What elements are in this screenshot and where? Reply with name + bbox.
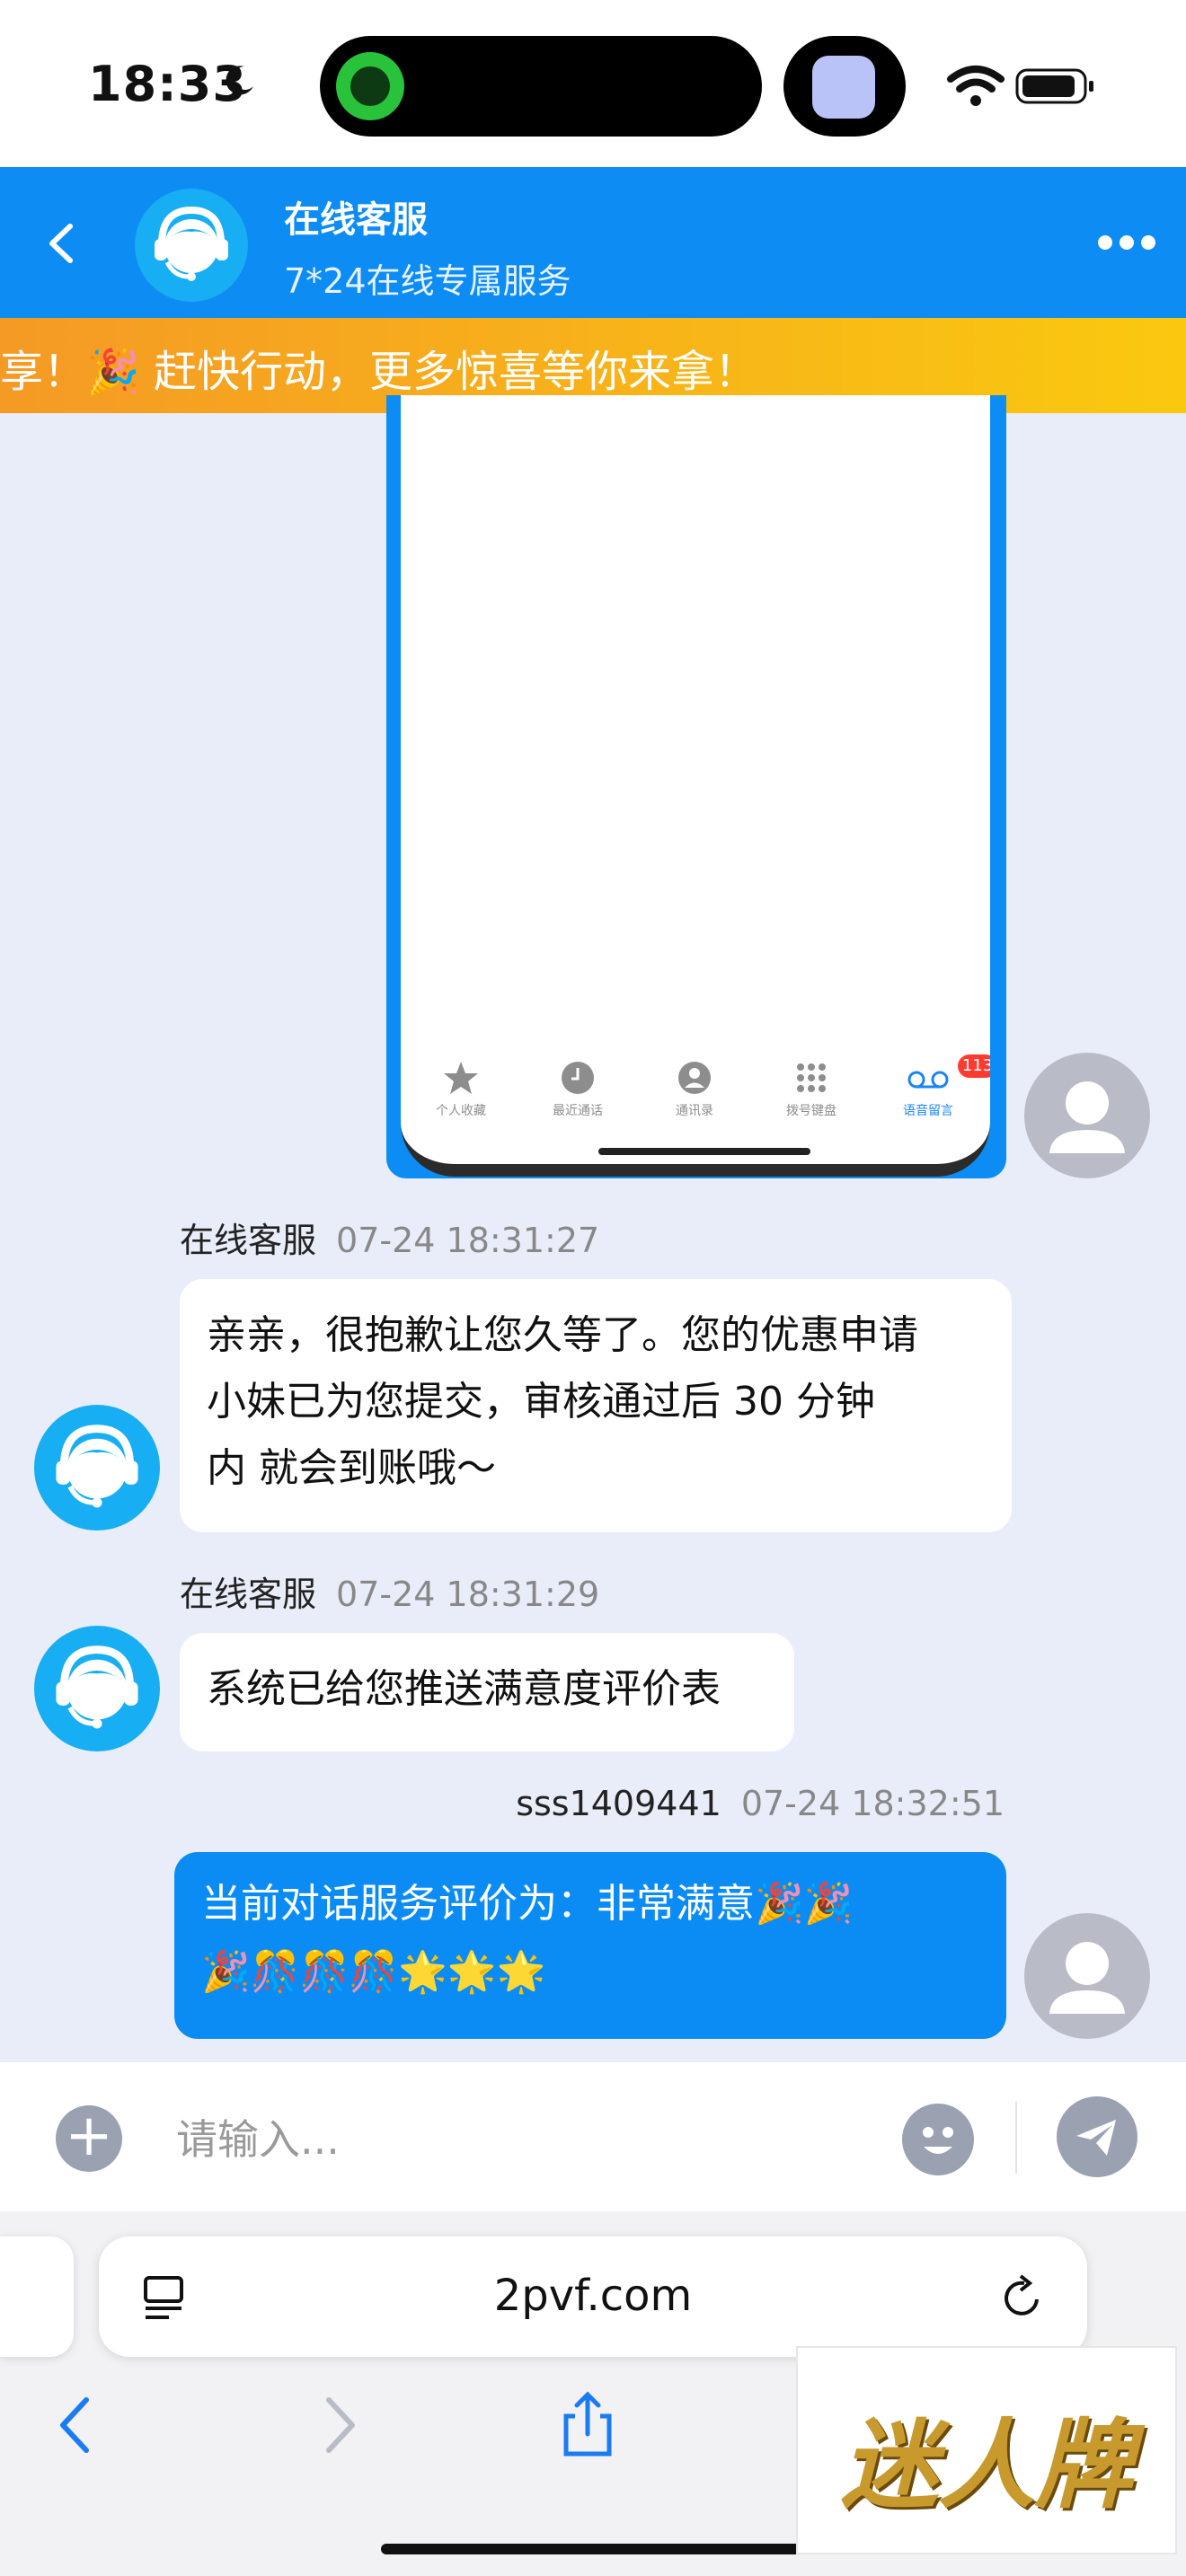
message-line: 小妹已为您提交，审核通过后 30 分钟 [207, 1379, 875, 1425]
person-icon [1049, 1081, 1125, 1153]
share-icon[interactable] [552, 2389, 624, 2461]
agent-message-bubble: 系统已给您推送满意度评价表 [180, 1633, 794, 1751]
headset-agent-icon [56, 1425, 138, 1508]
promo-marquee-text: 享！🎉 赶快行动，更多惊喜等你来拿！ [0, 347, 758, 397]
headset-agent-icon [56, 1645, 138, 1729]
status-bar: 18:33 [0, 0, 1186, 167]
screenshot-tab-keypad: 拨号键盘 [762, 1060, 861, 1119]
my-message-bubble: 当前对话服务评价为：非常满意🎉🎉 🎉🎊🎊🎊🌟🌟🌟 [174, 1852, 1006, 2039]
watermark-logo: 迷人牌 [796, 2346, 1177, 2554]
star-icon [444, 1062, 478, 1094]
dynamic-island [320, 36, 762, 137]
user-avatar[interactable] [1024, 1913, 1150, 2039]
emoji-button[interactable] [902, 2104, 974, 2175]
wifi-icon [947, 66, 1005, 106]
message-meta: sss1409441 07-24 18:32:51 [516, 1784, 1005, 1823]
phone-screenshot: 个人收藏 最近通话 通讯录 拨号键盘 语音留言 113 [401, 395, 990, 1177]
sender-name: 在线客服 [180, 1575, 317, 1614]
voicemail-badge: 113 [958, 1054, 990, 1078]
agent-avatar[interactable] [34, 1405, 160, 1531]
home-indicator [381, 2544, 805, 2554]
message-line: 亲亲，很抱歉让您久等了。您的优惠申请 [207, 1312, 918, 1358]
voicemail-icon [907, 1071, 949, 1089]
person-icon [1049, 1942, 1125, 2014]
chat-subtitle: 7*24在线专属服务 [284, 261, 571, 301]
agent-avatar[interactable] [34, 1626, 160, 1751]
back-chevron-icon[interactable] [40, 221, 84, 266]
sender-name: 在线客服 [180, 1221, 317, 1260]
message-meta: 在线客服 07-24 18:31:29 [180, 1566, 599, 1616]
send-button[interactable] [1057, 2096, 1137, 2177]
screenshot-tab-recents: 最近通话 [528, 1060, 627, 1119]
app-activity-pill [783, 36, 906, 137]
screenshot-home-indicator [598, 1148, 810, 1155]
message-line: 🎉🎊🎊🎊🌟🌟🌟 [201, 1949, 546, 1995]
smiley-icon [923, 2127, 953, 2154]
more-options-icon[interactable] [1098, 235, 1163, 253]
activity-icon [336, 52, 404, 120]
add-attachment-button[interactable]: + [56, 2105, 122, 2172]
clock-icon [562, 1062, 594, 1094]
keypad-icon [797, 1063, 826, 1092]
message-input-bar: + 请输入... [0, 2062, 1186, 2211]
message-line: 内 就会到账哦～ [207, 1445, 496, 1491]
agent-message-bubble: 亲亲，很抱歉让您久等了。您的优惠申请 小妹已为您提交，审核通过后 30 分钟 内… [180, 1279, 1012, 1532]
chat-header: 在线客服 7*24在线专属服务 [0, 167, 1186, 318]
message-time: 07-24 18:31:29 [336, 1575, 600, 1614]
reload-icon[interactable] [997, 2272, 1048, 2323]
screenshot-tab-favorites: 个人收藏 [412, 1060, 510, 1119]
screenshot-tab-contacts: 通讯录 [645, 1060, 744, 1119]
message-time: 07-24 18:32:51 [740, 1784, 1005, 1823]
image-message[interactable]: 个人收藏 最近通话 通讯录 拨号键盘 语音留言 113 [386, 395, 1006, 1178]
moon-icon [226, 66, 253, 95]
message-line: 当前对话服务评价为：非常满意🎉🎉 [201, 1881, 854, 1927]
forward-icon[interactable] [302, 2389, 374, 2461]
paper-plane-icon [1076, 2120, 1116, 2156]
headset-agent-icon [155, 206, 228, 281]
agent-avatar [135, 189, 248, 302]
user-avatar[interactable] [1024, 1053, 1150, 1178]
contact-icon [678, 1062, 711, 1094]
message-meta: 在线客服 07-24 18:31:27 [180, 1213, 599, 1262]
address-bar[interactable]: 2pvf.com [99, 2236, 1087, 2357]
watermark-text: 迷人牌 [840, 2409, 1132, 2522]
url-text: 2pvf.com [493, 2271, 693, 2321]
message-line: 系统已给您推送满意度评价表 [207, 1666, 721, 1712]
battery-icon [1015, 68, 1093, 104]
app-thumbnail-icon [812, 56, 875, 119]
input-divider [1015, 2102, 1017, 2174]
message-time: 07-24 18:31:27 [336, 1221, 600, 1260]
message-input[interactable]: 请输入... [176, 2107, 340, 2166]
sender-name: sss1409441 [516, 1784, 721, 1823]
back-icon[interactable] [41, 2389, 113, 2461]
previous-tab-preview[interactable] [0, 2236, 74, 2357]
chat-title: 在线客服 [284, 199, 428, 241]
